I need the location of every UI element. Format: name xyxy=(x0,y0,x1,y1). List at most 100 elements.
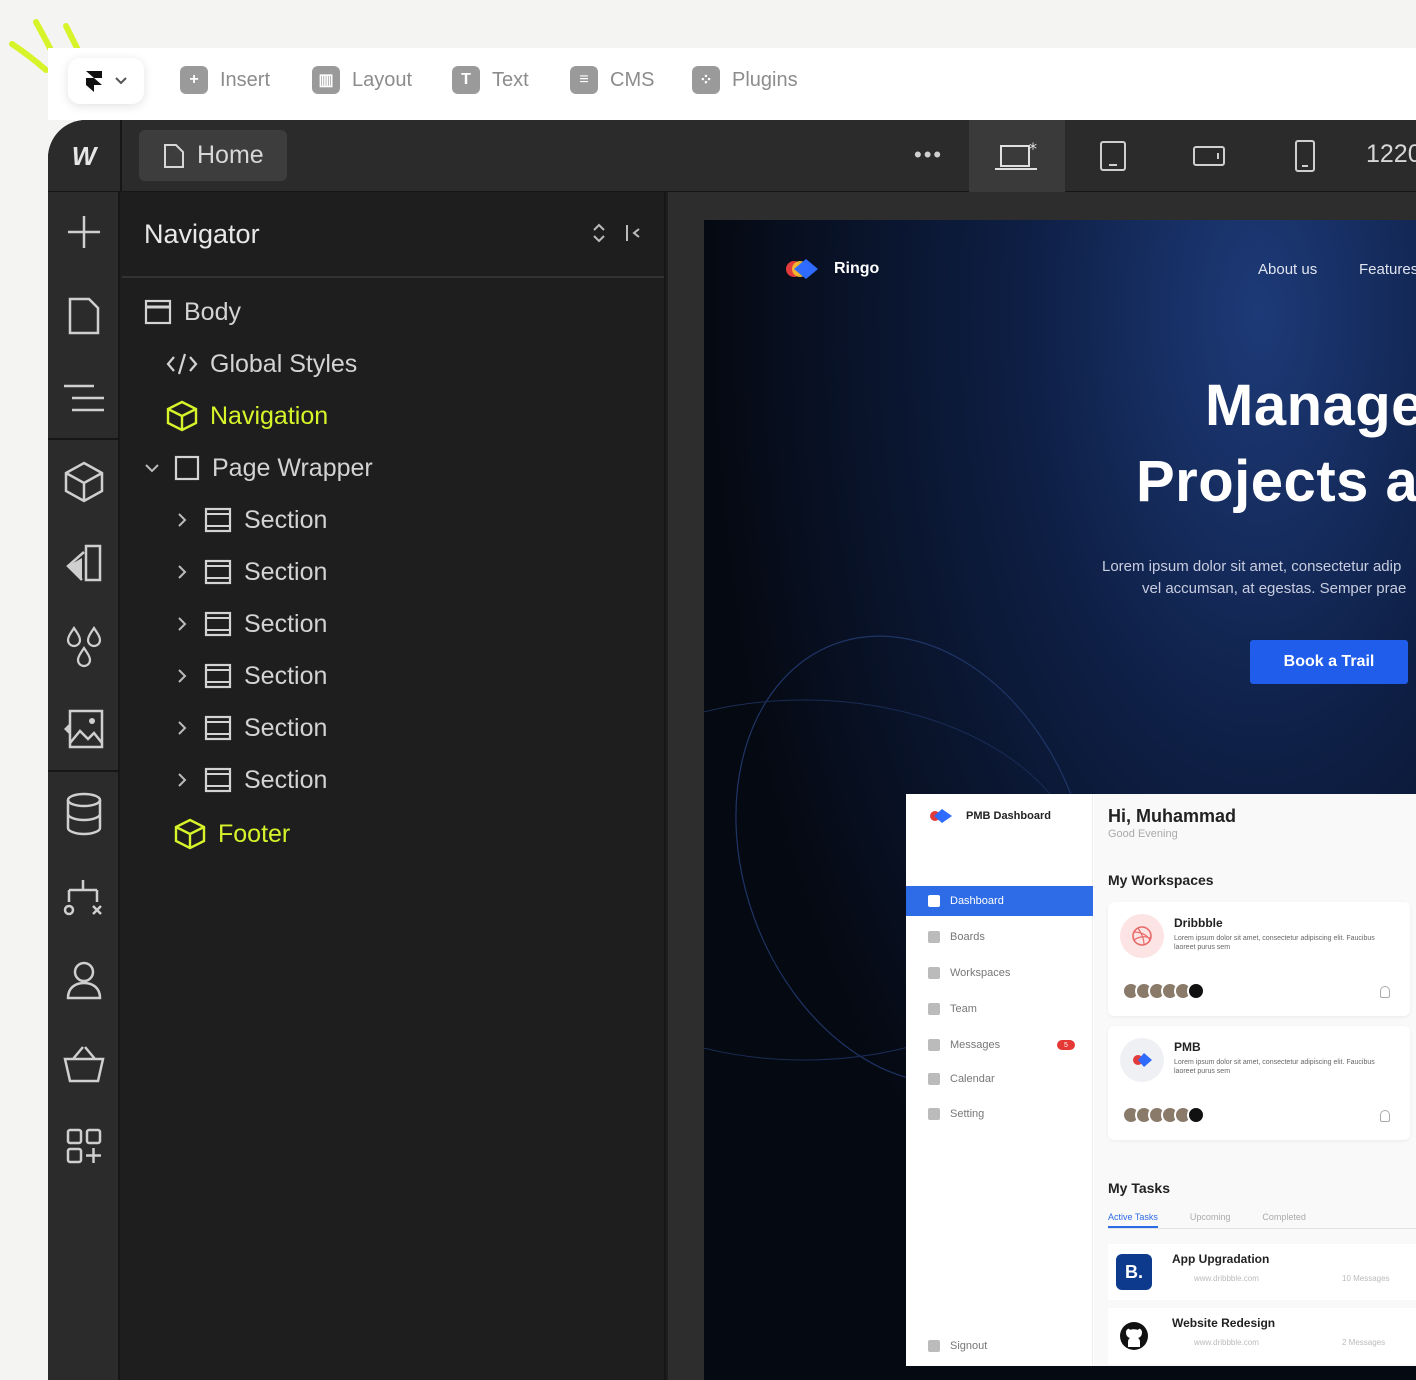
tree-item-section[interactable]: Section xyxy=(122,706,664,750)
components-icon[interactable] xyxy=(48,452,120,512)
ecommerce-icon[interactable] xyxy=(48,1034,120,1094)
cms-collections-icon[interactable] xyxy=(48,784,120,844)
styles-icon[interactable] xyxy=(48,618,120,678)
dash-menu-setting[interactable]: Setting xyxy=(906,1099,1093,1129)
text-icon: T xyxy=(452,66,480,94)
layers-icon xyxy=(928,967,940,979)
tree-item-section[interactable]: Section xyxy=(122,602,664,646)
tree-item-footer[interactable]: Footer xyxy=(122,812,664,856)
tree-item-body[interactable]: Body xyxy=(122,290,664,334)
tree-item-global-styles[interactable]: Global Styles xyxy=(122,342,664,386)
canvas-width-readout[interactable]: 1220 xyxy=(1366,140,1416,169)
add-elements-icon[interactable] xyxy=(48,202,120,262)
dash-menu-team[interactable]: Team xyxy=(906,994,1093,1024)
users-icon[interactable] xyxy=(48,950,120,1010)
navigator-title: Navigator xyxy=(144,218,260,249)
framer-menu-button[interactable] xyxy=(68,58,144,104)
tree-item-label: Section xyxy=(244,557,328,586)
tree-item-label: Section xyxy=(244,505,328,534)
tab-upcoming[interactable]: Upcoming xyxy=(1190,1212,1231,1228)
tree-item-label: Section xyxy=(244,713,328,742)
menu-label: Setting xyxy=(950,1108,985,1120)
tab-completed[interactable]: Completed xyxy=(1262,1212,1306,1228)
tab-active-tasks[interactable]: Active Tasks xyxy=(1108,1212,1158,1228)
menu-label: Messages xyxy=(950,1039,1001,1051)
chevron-right-icon[interactable] xyxy=(172,564,192,580)
cms-button[interactable]: ≡ CMS xyxy=(570,66,654,94)
tree-item-section[interactable]: Section xyxy=(122,654,664,698)
tree-item-section[interactable]: Section xyxy=(122,498,664,542)
breakpoint-mobile-portrait[interactable] xyxy=(1257,120,1353,192)
menu-label: Team xyxy=(950,1003,977,1015)
signout-button[interactable]: Signout xyxy=(928,1340,987,1352)
tree-item-label: Navigation xyxy=(210,401,329,430)
section-icon xyxy=(204,507,232,533)
plugins-label: Plugins xyxy=(732,68,798,91)
workspace-card[interactable]: PMB Lorem ipsum dolor sit amet, consecte… xyxy=(1108,1026,1410,1140)
more-options-button[interactable]: ••• xyxy=(914,142,943,168)
dashboard-main: Hi, Muhammad Good Evening My Workspaces … xyxy=(1094,794,1416,1366)
dash-menu-messages[interactable]: Messages 5 xyxy=(906,1030,1093,1060)
task-row[interactable]: B. App Upgradation www.dribbble.com 10 M… xyxy=(1108,1244,1416,1300)
navigator-icon[interactable] xyxy=(48,368,120,428)
chevron-right-icon[interactable] xyxy=(172,772,192,788)
site-logo[interactable]: Ringo xyxy=(784,257,879,281)
greeting: Hi, Muhammad xyxy=(1108,806,1237,826)
text-button[interactable]: T Text xyxy=(452,66,529,94)
task-row[interactable]: Website Redesign www.dribbble.com 2 Mess… xyxy=(1108,1308,1416,1364)
task-title: Website Redesign xyxy=(1172,1316,1276,1330)
chevron-right-icon[interactable] xyxy=(172,720,192,736)
hero-subtitle-line1: Lorem ipsum dolor sit amet, consectetur … xyxy=(1102,558,1402,575)
layout-button[interactable]: ▥ Layout xyxy=(312,66,412,94)
bell-icon[interactable] xyxy=(1380,986,1390,998)
webflow-logo-icon[interactable]: W xyxy=(48,120,120,192)
pages-icon[interactable] xyxy=(48,286,120,346)
left-toolbar xyxy=(48,192,120,1380)
code-icon xyxy=(166,353,198,375)
workspace-title: PMB xyxy=(1174,1040,1201,1054)
booking-icon: B. xyxy=(1116,1254,1152,1290)
designer-canvas[interactable]: Ringo About us Features Manage Projects … xyxy=(668,192,1416,1380)
breakpoint-desktop-base[interactable]: * xyxy=(969,120,1065,192)
gear-icon xyxy=(928,1108,940,1120)
dash-menu-boards[interactable]: Boards xyxy=(906,922,1093,952)
book-trail-button[interactable]: Book a Trail xyxy=(1250,640,1408,684)
breakpoint-tablet[interactable] xyxy=(1065,120,1161,192)
text-label: Text xyxy=(492,68,529,91)
dash-menu-calendar[interactable]: Calendar xyxy=(906,1064,1093,1094)
section-icon xyxy=(204,767,232,793)
chevron-right-icon[interactable] xyxy=(172,616,192,632)
page-icon xyxy=(164,143,184,168)
tree-item-page-wrapper[interactable]: Page Wrapper xyxy=(122,446,664,490)
task-tabs: Active Tasks Upcoming Completed xyxy=(1108,1212,1306,1228)
logic-icon[interactable] xyxy=(48,868,120,928)
expand-collapse-icon[interactable] xyxy=(592,222,606,244)
chevron-down-icon[interactable] xyxy=(142,463,162,473)
layout-icon: ▥ xyxy=(312,66,340,94)
assets-icon[interactable] xyxy=(48,700,120,760)
collapse-panel-icon[interactable] xyxy=(624,223,642,243)
divider xyxy=(120,120,122,192)
chevron-right-icon[interactable] xyxy=(172,668,192,684)
apps-icon[interactable] xyxy=(48,1116,120,1176)
insert-button[interactable]: + Insert xyxy=(180,66,270,94)
menu-label: Workspaces xyxy=(950,967,1011,979)
workspace-card[interactable]: Dribbble Lorem ipsum dolor sit amet, con… xyxy=(1108,902,1410,1016)
tree-item-label: Section xyxy=(244,661,328,690)
tree-item-navigation[interactable]: Navigation xyxy=(122,394,664,438)
webflow-topbar: W Home ••• * 1220 xyxy=(48,120,1416,192)
bell-icon[interactable] xyxy=(1380,1110,1390,1122)
tasks-title: My Tasks xyxy=(1108,1180,1170,1196)
plugins-button[interactable]: ⁘ Plugins xyxy=(692,66,798,94)
tree-item-section[interactable]: Section xyxy=(122,758,664,802)
site-nav-features[interactable]: Features xyxy=(1359,261,1416,278)
divider xyxy=(48,438,120,440)
site-nav-about[interactable]: About us xyxy=(1258,261,1317,278)
dash-menu-dashboard[interactable]: Dashboard xyxy=(906,886,1093,916)
chevron-right-icon[interactable] xyxy=(172,512,192,528)
variables-icon[interactable] xyxy=(48,534,120,594)
tree-item-section[interactable]: Section xyxy=(122,550,664,594)
dash-menu-workspaces[interactable]: Workspaces xyxy=(906,958,1093,988)
breakpoint-mobile-landscape[interactable] xyxy=(1161,120,1257,192)
page-selector[interactable]: Home xyxy=(139,130,287,181)
